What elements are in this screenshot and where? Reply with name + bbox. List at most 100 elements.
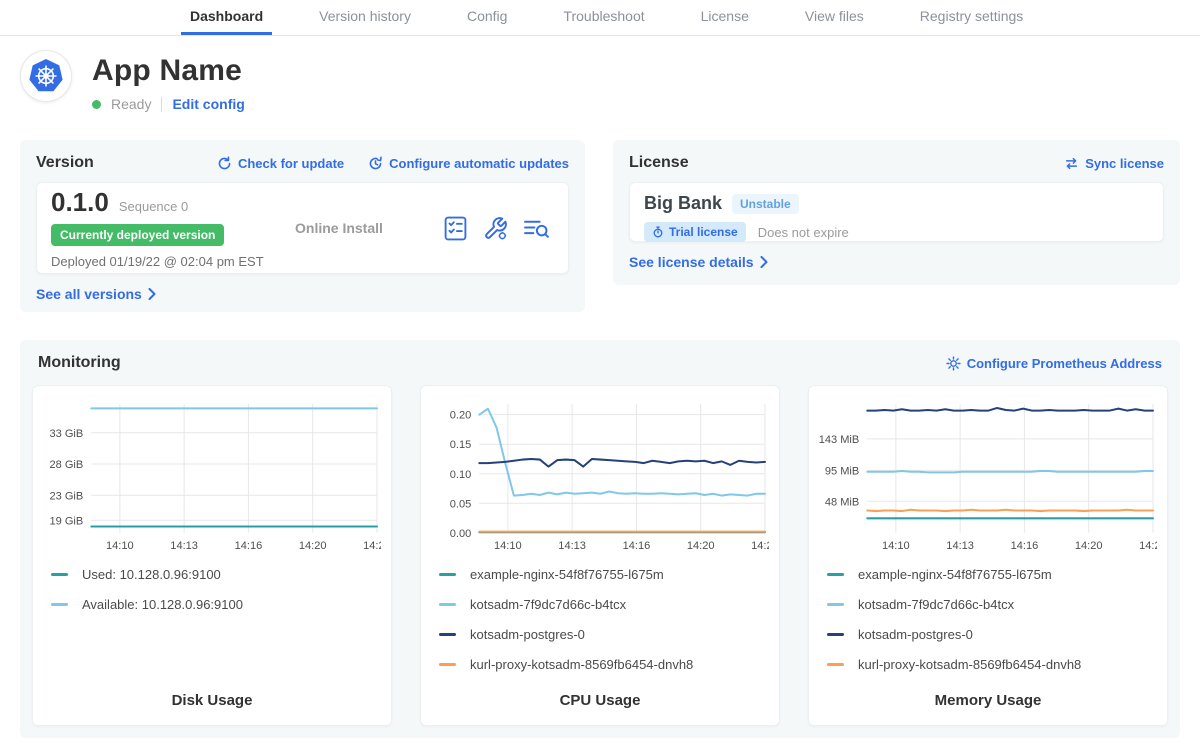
install-type: Online Install: [277, 220, 443, 236]
tab-config[interactable]: Config: [458, 0, 516, 35]
svg-text:14:23: 14:23: [1139, 540, 1157, 552]
svg-text:28 GiB: 28 GiB: [49, 459, 83, 471]
disk-usage-card: 19 GiB23 GiB28 GiB33 GiB14:1014:1314:161…: [32, 385, 392, 726]
legend-item: example-nginx-54f8f76755-l675m: [439, 567, 769, 582]
legend-item: kurl-proxy-kotsadm-8569fb6454-dnvh8: [439, 657, 769, 672]
app-header: App Name Ready Edit config: [20, 50, 1200, 112]
license-card: Big Bank Unstable Trial license Does not…: [629, 182, 1164, 242]
disk-usage-chart: 19 GiB23 GiB28 GiB33 GiB14:1014:1314:161…: [43, 398, 381, 555]
license-panel: License Sync license Big Bank Unstable: [613, 140, 1180, 285]
svg-text:14:23: 14:23: [751, 540, 769, 552]
monitoring-panel: Monitoring Configure Prometheus Address …: [20, 340, 1180, 738]
memory-usage-card: 48 MiB 95 MiB 143 MiB 14:10 14:13 14:16 14:20 1…: [808, 385, 1168, 726]
legend-swatch: [439, 573, 456, 576]
preflight-checks-icon[interactable]: [443, 216, 468, 241]
nav-tabs: Dashboard Version history Config Troublesho…: [0, 0, 1032, 35]
legend-swatch: [827, 573, 844, 576]
legend-swatch: [51, 573, 68, 576]
stopwatch-icon: [652, 226, 664, 238]
svg-text:14:20: 14:20: [299, 540, 327, 552]
svg-text:19 GiB: 19 GiB: [49, 515, 83, 527]
deploy-logs-icon[interactable]: [523, 217, 550, 240]
svg-text:14:20: 14:20: [687, 540, 715, 552]
legend-item: Used: 10.128.0.96:9100: [51, 567, 381, 582]
tab-troubleshoot[interactable]: Troubleshoot: [554, 0, 653, 35]
legend-label: kotsadm-7f9dc7d66c-b4tcx: [858, 597, 1014, 612]
tab-dashboard[interactable]: Dashboard: [181, 0, 272, 35]
legend-item: kotsadm-7f9dc7d66c-b4tcx: [439, 597, 769, 612]
version-panel-title: Version: [36, 154, 94, 172]
gear-icon: [946, 356, 961, 371]
memory-usage-legend: example-nginx-54f8f76755-l675m kotsadm-7f…: [819, 567, 1157, 687]
deployed-version-card: 0.1.0 Sequence 0 Currently deployed vers…: [36, 182, 569, 274]
memory-usage-chart: 48 MiB 95 MiB 143 MiB 14:10 14:13 14:16 14:20 1…: [819, 398, 1157, 555]
cpu-usage-card: 0.000.050.100.150.2014:1014:1314:1614:20…: [420, 385, 780, 726]
legend-swatch: [439, 633, 456, 636]
tab-license[interactable]: License: [692, 0, 758, 35]
svg-text:14:23: 14:23: [363, 540, 381, 552]
legend-swatch: [827, 633, 844, 636]
license-name: Big Bank: [644, 193, 722, 214]
disk-usage-legend: Used: 10.128.0.96:9100 Available: 10.128.…: [43, 567, 381, 627]
version-sequence: Sequence 0: [119, 199, 188, 214]
legend-label: Available: 10.128.0.96:9100: [82, 597, 243, 612]
cpu-usage-legend: example-nginx-54f8f76755-l675m kotsadm-7f…: [431, 567, 769, 687]
svg-text:0.20: 0.20: [450, 410, 472, 422]
svg-text:48 MiB: 48 MiB: [825, 496, 859, 508]
edit-config-wrench-icon[interactable]: [483, 216, 508, 241]
cpu-usage-chart: 0.000.050.100.150.2014:1014:1314:1614:20…: [431, 398, 769, 555]
chart-title: Disk Usage: [43, 692, 381, 711]
version-panel: Version Check for update Configure au: [20, 140, 585, 312]
svg-text:14:16: 14:16: [235, 540, 263, 552]
sync-license-button[interactable]: Sync license: [1064, 156, 1164, 171]
legend-swatch: [51, 603, 68, 606]
svg-text:14:20: 14:20: [1075, 540, 1103, 552]
legend-item: example-nginx-54f8f76755-l675m: [827, 567, 1157, 582]
chevron-right-icon: [148, 288, 156, 300]
monitoring-title: Monitoring: [38, 354, 121, 372]
legend-swatch: [827, 663, 844, 666]
check-for-update-button[interactable]: Check for update: [217, 156, 344, 171]
legend-item: kotsadm-7f9dc7d66c-b4tcx: [827, 597, 1157, 612]
refresh-icon: [217, 156, 232, 171]
legend-label: example-nginx-54f8f76755-l675m: [470, 567, 664, 582]
svg-text:14:13: 14:13: [946, 540, 974, 552]
legend-label: example-nginx-54f8f76755-l675m: [858, 567, 1052, 582]
svg-text:14:10: 14:10: [494, 540, 522, 552]
divider: [161, 97, 162, 112]
svg-text:0.00: 0.00: [450, 528, 472, 540]
configure-prometheus-button[interactable]: Configure Prometheus Address: [946, 356, 1162, 371]
svg-text:14:13: 14:13: [170, 540, 198, 552]
legend-label: kotsadm-7f9dc7d66c-b4tcx: [470, 597, 626, 612]
tab-version-history[interactable]: Version history: [310, 0, 420, 35]
svg-text:23 GiB: 23 GiB: [49, 490, 83, 502]
legend-label: kotsadm-postgres-0: [858, 627, 973, 642]
svg-text:14:16: 14:16: [1011, 540, 1039, 552]
svg-text:14:10: 14:10: [882, 540, 910, 552]
legend-swatch: [439, 603, 456, 606]
deployed-timestamp: Deployed 01/19/22 @ 02:04 pm EST: [51, 254, 277, 269]
see-license-details-link[interactable]: See license details: [629, 254, 768, 270]
chevron-right-icon: [760, 256, 768, 268]
edit-config-link[interactable]: Edit config: [172, 96, 244, 112]
svg-text:143 MiB: 143 MiB: [819, 434, 859, 446]
see-all-versions-link[interactable]: See all versions: [36, 286, 156, 302]
legend-label: kurl-proxy-kotsadm-8569fb6454-dnvh8: [470, 657, 693, 672]
top-nav: Dashboard Version history Config Troublesho…: [0, 0, 1200, 36]
configure-automatic-updates-button[interactable]: Configure automatic updates: [368, 156, 569, 171]
clock-refresh-icon: [368, 156, 383, 171]
legend-item: kurl-proxy-kotsadm-8569fb6454-dnvh8: [827, 657, 1157, 672]
svg-text:95 MiB: 95 MiB: [825, 465, 859, 477]
tab-registry-settings[interactable]: Registry settings: [911, 0, 1032, 35]
chart-title: Memory Usage: [819, 692, 1157, 711]
status-text: Ready: [111, 96, 151, 112]
chart-title: CPU Usage: [431, 692, 769, 711]
legend-label: kurl-proxy-kotsadm-8569fb6454-dnvh8: [858, 657, 1081, 672]
tab-view-files[interactable]: View files: [796, 0, 873, 35]
sync-arrows-icon: [1064, 157, 1079, 170]
legend-label: Used: 10.128.0.96:9100: [82, 567, 221, 582]
svg-text:0.10: 0.10: [450, 469, 472, 481]
page-title: App Name: [92, 54, 245, 88]
license-expiry: Does not expire: [758, 225, 849, 240]
license-panel-title: License: [629, 154, 689, 172]
